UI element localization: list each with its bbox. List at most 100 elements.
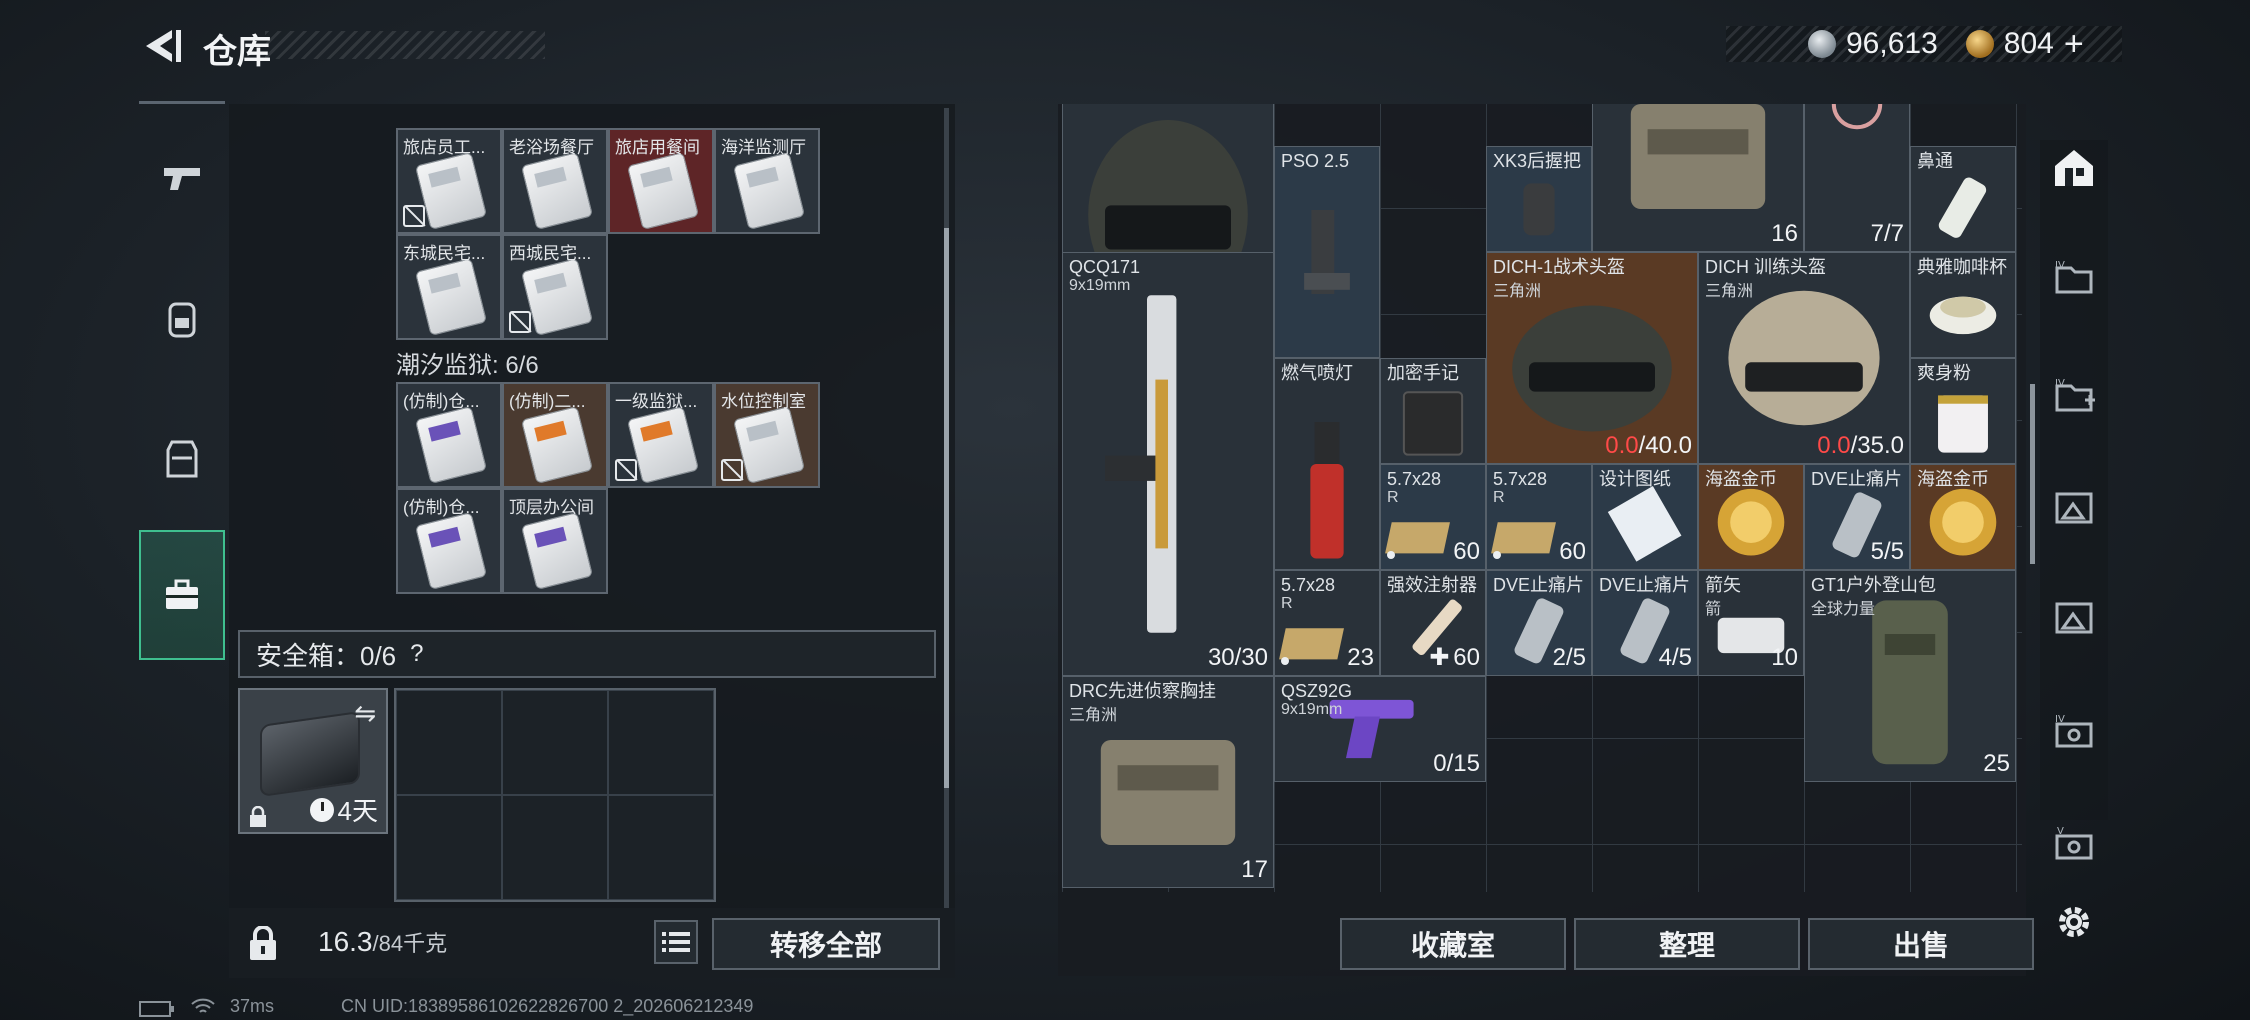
collection-room-button[interactable]: 收藏室: [1340, 918, 1566, 970]
safebox-timer: 4天: [309, 791, 378, 828]
item-count: 23: [1347, 644, 1374, 672]
sidebar-folder-photo-iv[interactable]: IV: [2040, 700, 2108, 764]
sidebar-folder-add[interactable]: IV: [2040, 364, 2108, 428]
item-count: 25: [1983, 750, 2010, 778]
inventory-item-blueprint[interactable]: 设计图纸: [1592, 464, 1698, 570]
item-name: 强效注射器: [1387, 575, 1477, 595]
sidebar-home[interactable]: [2040, 136, 2108, 200]
keycard-icon: [520, 511, 594, 591]
inventory-item-coffee[interactable]: 典雅咖啡杯: [1910, 252, 2016, 358]
inventory-item-coin1[interactable]: 海盗金币: [1698, 464, 1804, 570]
sidebar-folder-photo-v[interactable]: V: [2040, 812, 2108, 876]
item-count: 7/7: [1871, 220, 1904, 248]
inventory-item-nasal[interactable]: 鼻通: [1910, 146, 2016, 252]
item-subtitle: 9x19mm: [1281, 701, 1343, 718]
inventory-item-pso[interactable]: PSO 2.5: [1274, 146, 1380, 358]
inventory-item-dich-train[interactable]: DICH 训练头盔 三角洲 0.0/35.0: [1698, 252, 1910, 464]
inventory-item-ammo3[interactable]: 5.7x28 R 23: [1274, 570, 1380, 676]
keycard-slot[interactable]: (仿制)仓...: [396, 382, 502, 488]
inventory-item-vest-top[interactable]: 16: [1592, 104, 1804, 252]
tab-vests[interactable]: [139, 394, 225, 522]
item-count-text: 7/7: [1870, 220, 1904, 247]
keycard-label: 水位控制室: [721, 392, 806, 411]
settings-button[interactable]: [2040, 890, 2108, 954]
inventory-item-torch[interactable]: 燃气喷灯: [1274, 358, 1380, 570]
item-name: 海盗金币: [1917, 469, 1989, 489]
sidebar-folder-image2[interactable]: [2040, 584, 2108, 648]
keycard-slot[interactable]: 海洋监测厅: [714, 128, 820, 234]
folder-photo-iv-icon: IV: [2055, 714, 2093, 748]
item-subtitle: 9x19mm: [1069, 277, 1131, 294]
inventory-item-powder[interactable]: 爽身粉: [1910, 358, 2016, 464]
silver-amount: 96,613: [1846, 27, 1938, 60]
inventory-item-dich1[interactable]: DICH-1战术头盔 三角洲 0.0/40.0: [1486, 252, 1698, 464]
inventory-item-qsz[interactable]: QSZ92G 9x19mm 0/15: [1274, 676, 1486, 782]
inventory-item-dve3[interactable]: DVE止痛片 4/5: [1592, 570, 1698, 676]
keycard-slot[interactable]: 旅店员工...: [396, 128, 502, 234]
keycard-label: (仿制)二...: [509, 392, 586, 411]
inventory-item-arrow[interactable]: 箭矢箭 10: [1698, 570, 1804, 676]
keycard-icon: [520, 151, 594, 231]
swap-icon[interactable]: ⇋: [354, 698, 376, 729]
keycard-slot[interactable]: 水位控制室: [714, 382, 820, 488]
item-count: 60: [1559, 538, 1586, 566]
safebox-case[interactable]: ⇋ 4天: [238, 688, 388, 834]
keycard-slot[interactable]: 西城民宅...: [502, 234, 608, 340]
sidebar-divider: [139, 101, 225, 104]
timer-text: 4天: [337, 796, 378, 826]
left-scrollbar[interactable]: [944, 108, 949, 908]
item-count: 17: [1241, 856, 1268, 884]
item-name: 典雅咖啡杯: [1917, 257, 2007, 277]
inventory-item-dve1[interactable]: DVE止痛片 5/5: [1804, 464, 1910, 570]
tab-keys[interactable]: [139, 530, 225, 660]
list-view-button[interactable]: [654, 920, 698, 964]
prison-section-title: 潮汐监狱: 6/6: [396, 352, 539, 379]
inventory-item-gt1[interactable]: GT1户外登山包 全球力量 25: [1804, 570, 2016, 782]
keycard-slot[interactable]: 旅店用餐间: [608, 128, 714, 234]
keycard-slot[interactable]: 一级监狱...: [608, 382, 714, 488]
item-subtitle: 全球力量: [1811, 601, 1876, 618]
inventory-item-ammo2[interactable]: 5.7x28 R 60: [1486, 464, 1592, 570]
list-icon: [662, 932, 690, 952]
keycard-slot[interactable]: 东城民宅...: [396, 234, 502, 340]
safebox-label: 安全箱：0/6: [256, 640, 397, 671]
tab-weapons[interactable]: [139, 114, 225, 242]
keycard-label: (仿制)仓...: [403, 498, 480, 517]
item-count-text: 25: [1983, 750, 2010, 777]
inventory-item-coin2[interactable]: 海盗金币: [1910, 464, 2016, 570]
clock-icon: [309, 797, 334, 822]
svg-text:IV: IV: [2055, 714, 2065, 725]
ammo-dot-icon: [1387, 551, 1395, 559]
keycard-slot[interactable]: (仿制)二...: [502, 382, 608, 488]
back-arrow-icon[interactable]: [138, 24, 182, 68]
transfer-all-button[interactable]: 转移全部: [712, 918, 940, 970]
tab-backpacks[interactable]: [139, 254, 225, 382]
sidebar-folder-image[interactable]: [2040, 474, 2108, 538]
keycard-slot[interactable]: 顶层办公间: [502, 488, 608, 594]
item-subtitle: 箭: [1705, 601, 1722, 618]
weight-display: 16.3/84千克: [318, 926, 447, 958]
sell-button[interactable]: 出售: [1808, 918, 2034, 970]
sidebar-folder-iv[interactable]: IV: [2040, 246, 2108, 310]
keycard-slot[interactable]: 老浴场餐厅: [502, 128, 608, 234]
keycard-icon: [520, 257, 594, 337]
inventory-item-drc[interactable]: DRC先进侦察胸挂 三角洲 17: [1062, 676, 1274, 888]
inventory-item-notebook[interactable]: 加密手记: [1380, 358, 1486, 464]
right-scrollbar[interactable]: [2030, 384, 2035, 564]
inventory-item-ammo1[interactable]: 5.7x28 R 60: [1380, 464, 1486, 570]
keycard-slot[interactable]: (仿制)仓...: [396, 488, 502, 594]
organize-button[interactable]: 整理: [1574, 918, 1800, 970]
inventory-item-dve2[interactable]: DVE止痛片 2/5: [1486, 570, 1592, 676]
help-icon[interactable]: ?: [410, 640, 423, 668]
inventory-item-tool-top[interactable]: 7/7: [1804, 104, 1910, 252]
inventory-item-injector[interactable]: 强效注射器 ✚ 60: [1380, 570, 1486, 676]
add-currency-button[interactable]: +: [2064, 25, 2084, 64]
item-name: 设计图纸: [1599, 469, 1671, 489]
briefcase-icon: [166, 579, 198, 609]
item-subtitle: R: [1493, 489, 1505, 506]
lock-button[interactable]: [233, 914, 293, 974]
warehouse-grid[interactable]: 0.0/43.0PSO 2.5XK3后握把167/7鼻通QCQ1719x19mm…: [1062, 104, 2022, 892]
inventory-item-qcq[interactable]: QCQ171 9x19mm 30/30: [1062, 252, 1274, 676]
inventory-item-xk3[interactable]: XK3后握把: [1486, 146, 1592, 252]
safebox-grid[interactable]: [394, 688, 716, 902]
